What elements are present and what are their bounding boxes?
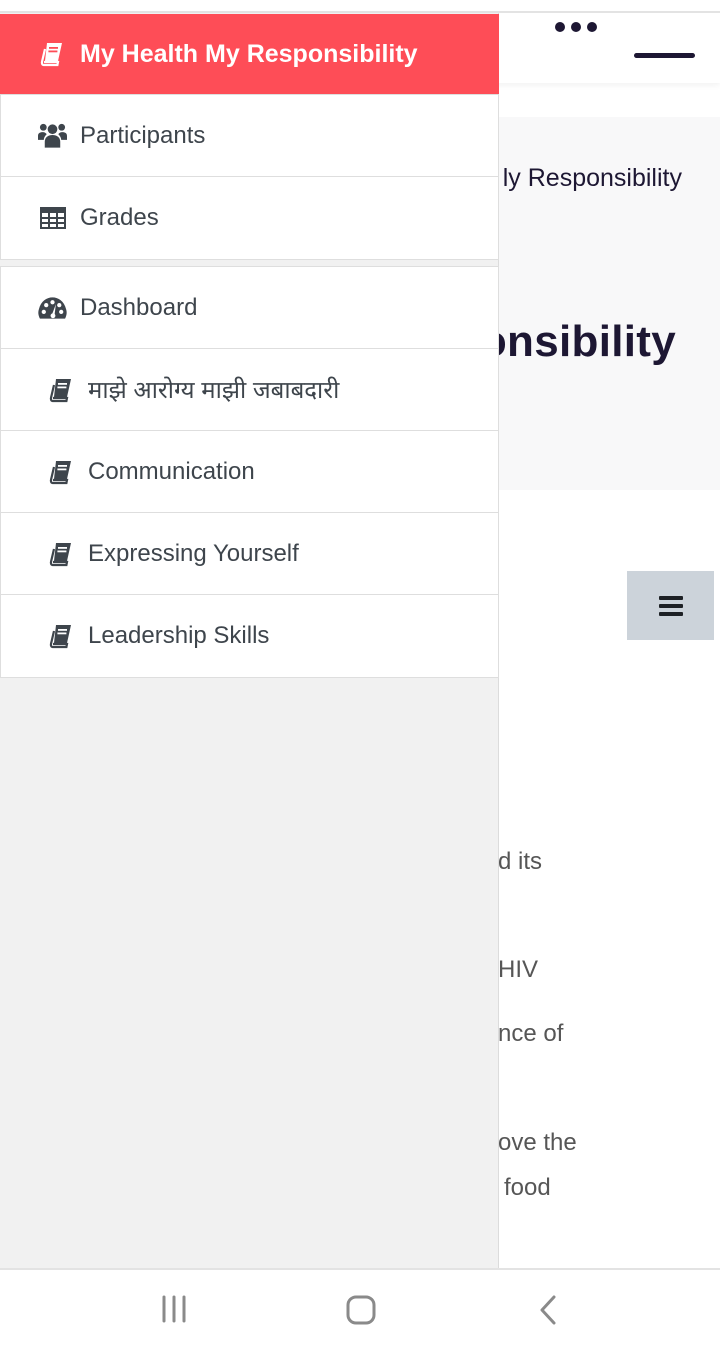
drawer-item-label: Leadership Skills [88,622,270,649]
hamburger-icon [658,595,683,616]
drawer-item-label: Participants [80,121,206,149]
content-text: ove the [498,1129,577,1156]
drawer-site-group: Dashboard माझे आरोग्य माझी जबाबदारी Comm… [0,266,499,678]
book-icon [46,457,75,486]
back-button[interactable] [534,1294,564,1326]
page-title: onsibility [479,317,676,366]
course-index-toggle-button[interactable] [627,571,714,640]
drawer-header-label: My Health My Responsibility [80,39,418,68]
status-bar [0,0,720,13]
ellipsis-horizontal-icon [555,22,565,32]
recent-apps-icon [162,1295,186,1323]
drawer-course-home-link[interactable]: My Health My Responsibility [0,14,499,94]
system-navigation-bar [0,1268,720,1352]
drawer-item-label: Communication [88,457,255,485]
book-icon [46,375,75,404]
nav-drawer: My Health My Responsibility Participants… [0,13,499,1268]
ellipsis-dot [571,22,581,32]
menu-line-icon[interactable] [634,53,695,58]
drawer-item-label: Expressing Yourself [88,539,299,567]
drawer-item-participants[interactable]: Participants [1,95,498,177]
home-button[interactable] [344,1294,378,1326]
recent-apps-button[interactable] [158,1294,190,1324]
book-icon [46,539,75,568]
breadcrumb[interactable]: ly Responsibility [503,164,682,193]
drawer-item-grades[interactable]: Grades [1,177,498,259]
users-icon [38,121,67,150]
drawer-course-group: Participants Grades [0,94,499,260]
drawer-item-course[interactable]: Communication [1,431,498,513]
home-icon [346,1295,376,1325]
table-icon [38,204,67,233]
drawer-item-course[interactable]: माझे आरोग्य माझी जबाबदारी [1,349,498,431]
drawer-item-course[interactable]: Leadership Skills [1,595,498,677]
tachometer-icon [38,293,67,322]
content-text: nce of [498,1020,564,1047]
more-menu-button[interactable] [555,22,597,32]
drawer-item-label: Dashboard [80,293,198,321]
drawer-item-dashboard[interactable]: Dashboard [1,267,498,349]
content-text: HIV [498,956,539,983]
drawer-item-label: Grades [80,204,159,231]
content-text: d its [498,848,543,875]
book-icon [46,622,75,651]
book-icon [37,40,66,69]
drawer-item-label: माझे आरोग्य माझी जबाबदारी [88,377,340,404]
drawer-item-course[interactable]: Expressing Yourself [1,513,498,595]
ellipsis-dot [587,22,597,32]
back-icon [540,1295,556,1325]
content-text: food [504,1174,551,1201]
